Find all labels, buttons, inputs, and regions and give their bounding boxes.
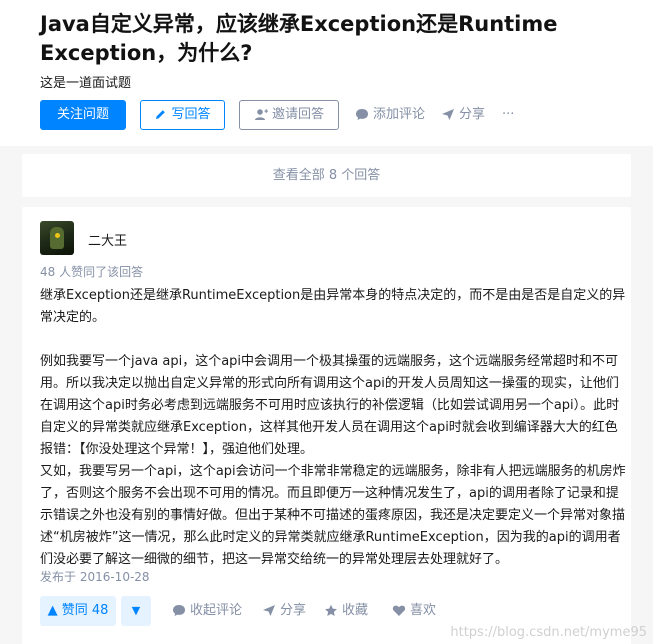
comment-icon [356, 109, 368, 120]
like-label: 喜欢 [410, 603, 437, 618]
watermark: https://blog.csdn.net/myme95 [450, 625, 647, 640]
avatar[interactable] [40, 221, 74, 255]
collapse-comments-button[interactable]: 收起评论 [172, 596, 242, 626]
invite-answer-button[interactable]: 邀请回答 [239, 100, 339, 130]
view-all-answers-button[interactable]: 查看全部 8 个回答 [22, 154, 631, 197]
author-name[interactable]: 二大王 [88, 230, 127, 249]
share-icon [442, 109, 454, 120]
share-answer-button[interactable]: 分享 [262, 596, 306, 626]
collapse-comments-label: 收起评论 [190, 603, 243, 618]
pencil-icon [156, 110, 166, 119]
like-button[interactable]: 喜欢 [392, 596, 436, 626]
heart-icon [392, 605, 406, 616]
share-answer-label: 分享 [280, 603, 307, 618]
write-answer-label: 写回答 [171, 107, 211, 122]
star-icon [325, 604, 337, 616]
vote-summary[interactable]: 48 人赞同了该回答 [40, 263, 143, 280]
share-question-button[interactable]: 分享 [441, 100, 485, 130]
avatar-light [55, 233, 60, 238]
more-options-button[interactable]: ··· [502, 100, 514, 130]
question-description: 这是一道面试题 [40, 76, 132, 91]
follow-question-button[interactable]: 关注问题 [40, 100, 126, 130]
avatar-figure [50, 227, 64, 249]
publish-date[interactable]: 发布于 2016-10-28 [40, 568, 150, 585]
downvote-button[interactable]: ▼ [121, 596, 151, 626]
answer-action-bar: ▲ 赞同 48 ▼ 收起评论 分享 收藏 喜欢 [40, 596, 630, 626]
favorite-label: 收藏 [342, 603, 369, 618]
add-user-icon [254, 109, 268, 120]
add-comment-label: 添加评论 [373, 107, 426, 122]
answer-body: 继承Exception还是继承RuntimeException是由异常本身的特点… [40, 288, 626, 567]
invite-answer-label: 邀请回答 [271, 107, 324, 122]
upvote-button[interactable]: ▲ 赞同 48 [40, 596, 116, 626]
add-comment-button[interactable]: 添加评论 [355, 100, 425, 130]
question-card: Java自定义异常，应该继承Exception还是Runtime Excepti… [0, 0, 653, 146]
write-answer-button[interactable]: 写回答 [140, 100, 225, 130]
comment-icon [173, 605, 185, 616]
share-question-label: 分享 [459, 107, 486, 122]
favorite-button[interactable]: 收藏 [324, 596, 368, 626]
question-actions: 关注问题 写回答 邀请回答 添加评论 分享 ··· [40, 100, 640, 130]
question-title[interactable]: Java自定义异常，应该继承Exception还是Runtime Excepti… [40, 10, 640, 68]
share-icon [263, 605, 275, 616]
answer-card: 二大王 48 人赞同了该回答 继承Exception还是继承RuntimeExc… [22, 207, 631, 644]
